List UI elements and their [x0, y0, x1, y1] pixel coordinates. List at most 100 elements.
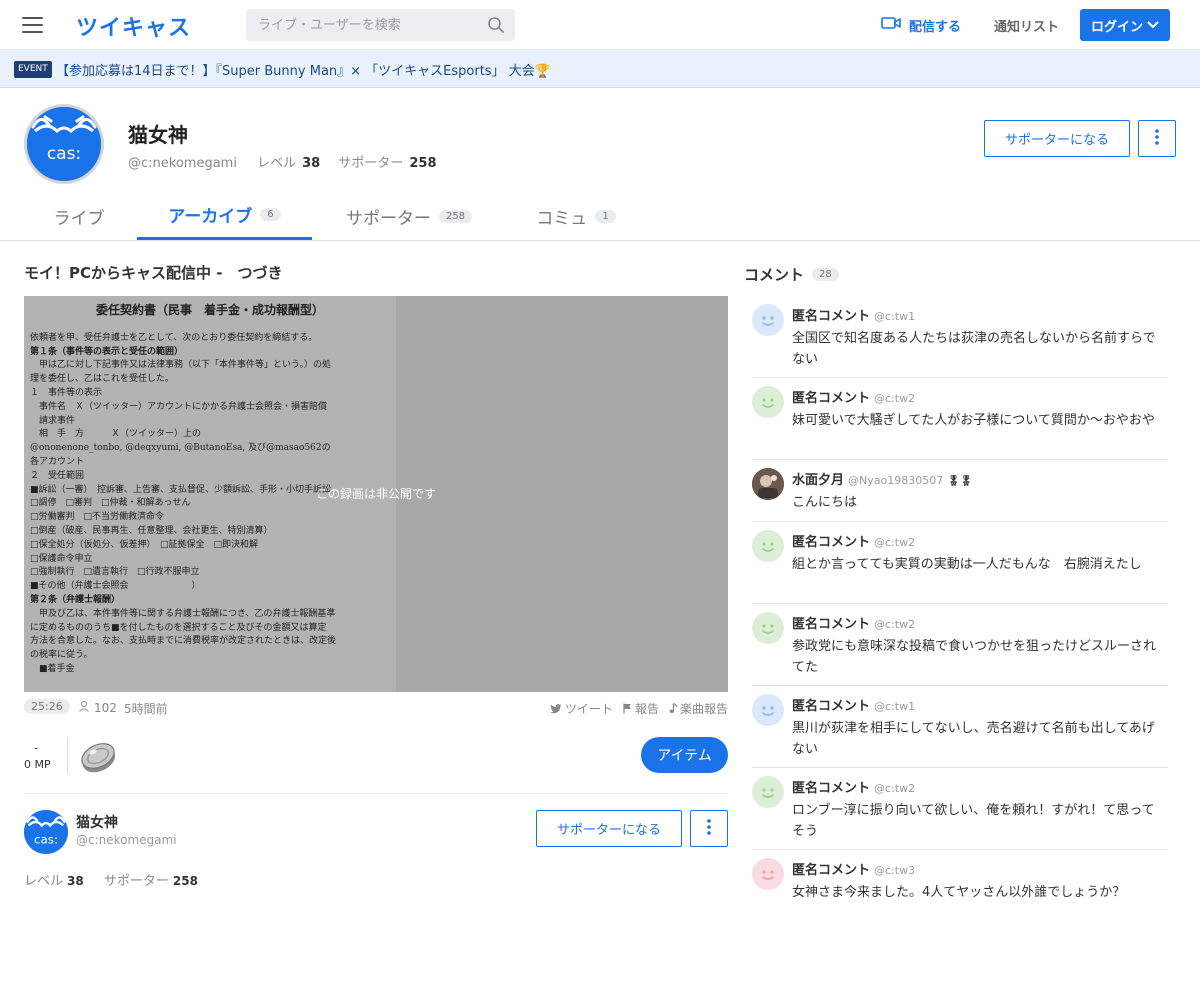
comment-author[interactable]: 匿名コメント @c:tw3	[792, 859, 915, 878]
comment-item: 匿名コメント @c:tw1 全国区で知名度ある人たちは荻津の売名しないから名前すらで…	[752, 296, 1168, 378]
music-note-icon	[669, 703, 677, 713]
document-line: 甲及び乙は、本件事件等に関する弁護士報酬につき、乙の弁護士報酬基準	[30, 608, 336, 619]
tab-community-label: コミュ	[536, 208, 588, 229]
smiley-face-icon[interactable]	[752, 612, 784, 644]
document-line: □強制執行 □遺言執行 □行政不服申立	[30, 567, 200, 578]
flag-icon	[623, 703, 631, 714]
comment-author-name: 水面夕月	[792, 473, 845, 488]
site-logo[interactable]: ツイキャス	[76, 10, 191, 42]
comment-author[interactable]: 匿名コメント @c:tw2	[792, 387, 915, 406]
person-icon	[78, 700, 90, 715]
level-value: 38	[302, 156, 321, 171]
smiley-face-icon[interactable]	[752, 386, 784, 418]
smiley-face-icon[interactable]	[752, 530, 784, 562]
comment-author[interactable]: 匿名コメント @c:tw1	[792, 305, 915, 324]
video-player[interactable]: 委任契約書（民事 着手金・成功報酬型） 依頼者を甲、受任弁護士を乙として、次のと…	[24, 296, 728, 692]
search-input[interactable]	[246, 9, 476, 41]
comment-author[interactable]: 水面夕月 @Nyao19830507 🎖🎖	[792, 469, 973, 488]
report-link[interactable]: 報告	[623, 700, 659, 717]
comment-author-id: @c:tw3	[874, 864, 916, 877]
card-meta: レベル 38 サポーター 258	[24, 870, 214, 889]
section-divider	[24, 793, 728, 794]
comment-author[interactable]: 匿名コメント @c:tw2	[792, 613, 915, 632]
tab-live[interactable]: ライブ	[24, 192, 134, 240]
comment-text: 全国区で知名度ある人たちは荻津の売名しないから名前すらでない	[792, 331, 1156, 367]
comment-text: こんにちは	[792, 495, 858, 510]
comment-author-id: @Nyao19830507	[848, 474, 944, 487]
comment-author[interactable]: 匿名コメント @c:tw2	[792, 777, 915, 796]
card-more-button[interactable]	[690, 810, 728, 847]
smiley-face-icon[interactable]	[752, 304, 784, 336]
tab-archive-label: アーカイブ	[168, 207, 253, 227]
report-label: 報告	[634, 702, 659, 716]
movie-actions: ツイート 報告 楽曲報告	[550, 700, 728, 717]
tab-archive-count: 6	[260, 208, 281, 221]
comment-author-id: @c:tw1	[874, 700, 916, 713]
search-icon[interactable]	[487, 16, 505, 38]
tab-supporters-label: サポーター	[345, 208, 431, 229]
document-line: 第１条（事件等の表示と受任の範囲）	[30, 346, 184, 357]
comments-header: コメント 28	[744, 264, 839, 285]
notify-list-link[interactable]: 通知リスト	[994, 16, 1059, 35]
document-line: 甲は乙に対し下記事件又は法律事務（以下「本件事件等」という。）の処	[30, 360, 331, 371]
video-camera-icon	[881, 16, 901, 34]
mp-divider	[67, 737, 68, 773]
login-label: ログイン	[1090, 19, 1143, 35]
card-name[interactable]: 猫女神	[76, 812, 118, 832]
document-heading: 委任契約書（民事 着手金・成功報酬型）	[95, 303, 324, 317]
support-button[interactable]: サポーターになる	[984, 120, 1130, 157]
document-line: 方法を合意した。なお、支払時までに消費税率が改定されたときは、改定後	[30, 636, 337, 647]
comment-author[interactable]: 匿名コメント @c:tw2	[792, 531, 915, 550]
document-body: 依頼者を甲、受任弁護士を乙として、次のとおり委任契約を締結する。 第１条（事件等の…	[30, 332, 390, 677]
tab-community[interactable]: コミュ 1	[516, 192, 636, 240]
comment-author-name: 匿名コメント	[792, 699, 871, 714]
document-line: １ 事件等の表示	[30, 387, 103, 398]
comment-author-name: 匿名コメント	[792, 391, 871, 406]
event-link[interactable]: 【参加応募は14日まで！】『Super Bunny Man』× 「ツイキャスEs…	[56, 60, 551, 79]
smiley-face-icon[interactable]	[752, 858, 784, 890]
document-line: □保護命令申立	[30, 553, 93, 564]
smiley-face-icon[interactable]	[752, 694, 784, 726]
comment-text: 妹可愛いで大騒ぎしてた人がお子様について質問か〜おやおや	[792, 413, 1155, 428]
avatar-small[interactable]: cas:	[24, 810, 68, 854]
comment-text: 女神さま今来ました。4人てヤッさん以外誰でしょうか？	[792, 885, 1126, 900]
private-notice: この録画は非公開です	[315, 487, 436, 501]
coin-icon[interactable]	[78, 737, 118, 775]
document-line: 第２条（弁護士報酬）	[30, 594, 121, 605]
time-ago: 5時間前	[124, 702, 168, 716]
profile-id: @c:nekomegami	[128, 156, 237, 171]
comment-text: 参政党にも意味深な投稿で食いつかせを狙ったけどスルーされてた	[792, 639, 1157, 675]
user-avatar[interactable]	[752, 468, 784, 500]
tab-supporters[interactable]: サポーター 258	[324, 192, 494, 240]
tab-archive[interactable]: アーカイブ 6	[137, 192, 312, 240]
music-report-link[interactable]: 楽曲報告	[669, 700, 728, 717]
supporter-label: サポーター	[338, 156, 404, 171]
item-button[interactable]: アイテム	[641, 737, 728, 773]
broadcast-button[interactable]: 配信する	[881, 15, 961, 35]
tab-community-count: 1	[595, 209, 616, 223]
movie-info: 25:26 102 5時間前 ツイート 報告 楽曲報告	[24, 699, 728, 717]
event-badge: EVENT	[14, 61, 52, 78]
document-line: □労働審判 □不当労働救済命令	[30, 512, 165, 523]
document-line: 各アカウント	[30, 456, 85, 467]
avatar-small-text: cas:	[34, 832, 58, 846]
comments-count: 28	[812, 268, 839, 281]
smiley-face-icon[interactable]	[752, 776, 784, 808]
document-line: 相 手 方 Ｘ（ツイッター）上の	[30, 429, 202, 440]
comment-author-id: @c:tw2	[874, 392, 916, 405]
hamburger-icon[interactable]	[22, 17, 43, 33]
card-support-button[interactable]: サポーターになる	[536, 810, 682, 847]
avatar[interactable]: cas:	[24, 104, 104, 184]
login-button[interactable]: ログイン	[1080, 9, 1170, 41]
more-menu-button[interactable]	[1138, 120, 1176, 157]
comment-author[interactable]: 匿名コメント @c:tw1	[792, 695, 915, 714]
document-line: ■着手金	[30, 663, 75, 674]
tab-supporters-count: 258	[438, 209, 473, 223]
card-id: @c:nekomegami	[76, 833, 177, 847]
level-label: レベル	[257, 156, 297, 171]
tweet-link[interactable]: ツイート	[550, 700, 613, 717]
document-line: ■その他（弁護士会照会 ）	[30, 581, 201, 592]
supporter-count: 258	[409, 156, 437, 171]
document-line: 事件名 Ｘ（ツイッター）アカウントにかかる弁護士会照会・損害賠償	[30, 401, 328, 412]
search-box	[246, 9, 515, 41]
